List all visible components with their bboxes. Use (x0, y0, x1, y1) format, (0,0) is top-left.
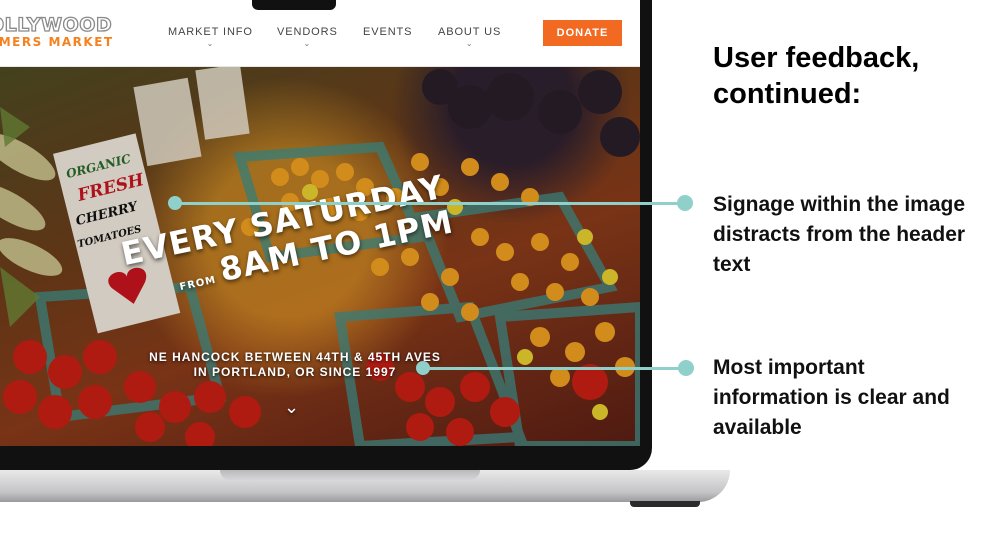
nav-item-events[interactable]: EVENTS (363, 26, 412, 38)
chevron-down-icon: ⌄ (206, 39, 215, 48)
nav-item-label: EVENTS (363, 26, 413, 38)
chevron-down-icon: ⌄ (465, 39, 474, 48)
nav-item-label: VENDORS (277, 26, 338, 38)
nav-item-about-us[interactable]: ABOUT US ⌄ (438, 26, 501, 48)
site-logo[interactable]: OLLYWOOD RMERS MARKET (0, 14, 114, 49)
chevron-down-icon[interactable]: ⌄ (284, 397, 299, 418)
feedback-note-signage: Signage within the image distracts from … (713, 193, 966, 276)
logo-wordmark-top: OLLYWOOD (0, 14, 113, 36)
feedback-title: User feedback, continued: (713, 42, 920, 110)
camera-notch (252, 0, 336, 10)
chevron-down-icon: ⌄ (303, 39, 312, 48)
site-header: OLLYWOOD RMERS MARKET MARKET INFO ⌄ VEND… (0, 0, 640, 67)
logo-wordmark-bottom: RMERS MARKET (0, 35, 114, 49)
nav-item-label: ABOUT US (438, 26, 502, 38)
nav-item-vendors[interactable]: VENDORS ⌄ (277, 26, 338, 48)
connector-line-2 (424, 367, 686, 370)
donate-button[interactable]: DONATE (543, 20, 622, 46)
laptop-screen: OLLYWOOD RMERS MARKET MARKET INFO ⌄ VEND… (0, 0, 640, 446)
connector-line-1 (176, 202, 686, 205)
connector-dot-end-2 (678, 360, 694, 376)
nav-item-market-info[interactable]: MARKET INFO ⌄ (168, 26, 253, 48)
feedback-note-information: Most important information is clear and … (713, 356, 950, 439)
hero-title-from: FROM (178, 274, 218, 294)
connector-dot-end-1 (677, 195, 693, 211)
nav-item-label: MARKET INFO (168, 26, 253, 38)
laptop-base-notch (220, 470, 480, 480)
hero-section: ORGANIC FRESH CHERRY TOMATOES EVERY SATU… (0, 67, 640, 446)
laptop-foot (630, 501, 700, 507)
